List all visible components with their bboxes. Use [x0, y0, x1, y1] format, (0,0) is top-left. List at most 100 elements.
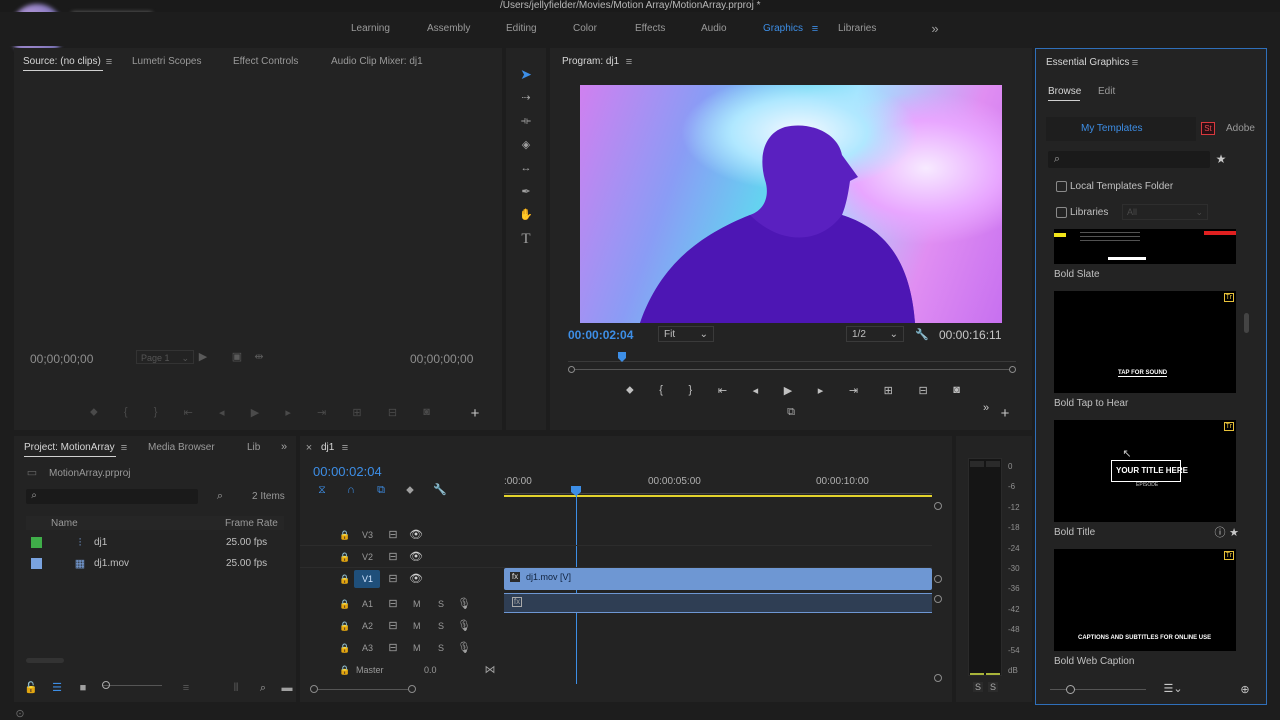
search-icon[interactable]: ⌕: [257, 682, 269, 694]
lock-icon[interactable]: 🔓: [24, 682, 38, 694]
solo-button[interactable]: S: [438, 599, 444, 609]
sync-lock-icon[interactable]: ⊟: [387, 598, 399, 610]
zoom-fit-select[interactable]: Fit ⌄: [658, 326, 714, 342]
program-title[interactable]: Program: dj1: [562, 56, 619, 67]
lock-icon[interactable]: 🔒: [339, 598, 350, 610]
tab-audio-clip-mixer[interactable]: Audio Clip Mixer: dj1: [331, 56, 423, 67]
track-select-icon[interactable]: ⇢: [518, 90, 534, 106]
template-thumb-bold-tap[interactable]: Tr TAP FOR SOUND: [1054, 291, 1236, 393]
program-video-frame[interactable]: [580, 85, 1002, 323]
find-icon[interactable]: ⌕: [214, 490, 226, 502]
video-clip[interactable]: fx dj1.mov [V]: [504, 568, 932, 590]
export-frame-icon[interactable]: ◙: [423, 406, 430, 420]
overflow-icon[interactable]: »: [980, 402, 992, 414]
source-menu-icon[interactable]: ≡: [104, 56, 114, 68]
timeline-timecode[interactable]: 00:00:02:04: [313, 464, 382, 479]
new-bin-icon[interactable]: ▬: [281, 682, 293, 694]
scroll-handle[interactable]: [934, 674, 942, 682]
pen-tool-icon[interactable]: ✒: [518, 184, 534, 200]
sync-lock-icon[interactable]: ⊟: [387, 573, 399, 585]
overflow-icon[interactable]: »: [278, 441, 290, 453]
column-frame-rate[interactable]: Frame Rate: [225, 518, 278, 529]
hscroll-bar[interactable]: [318, 689, 408, 690]
eg-search-input[interactable]: ⌕: [1048, 151, 1210, 168]
lock-icon[interactable]: 🔒: [339, 664, 350, 676]
track-label[interactable]: V1: [362, 574, 373, 584]
play-icon[interactable]: ▶: [784, 384, 792, 398]
zoom-scrollbar[interactable]: [575, 369, 1009, 370]
eye-icon[interactable]: 👁: [409, 529, 423, 541]
creative-cloud-icon[interactable]: ⊙: [14, 708, 26, 720]
template-scrollbar[interactable]: [1244, 313, 1249, 333]
microphone-icon[interactable]: 🎙: [457, 598, 471, 610]
hscroll-handle-right[interactable]: [408, 685, 416, 693]
tab-edit[interactable]: Edit: [1098, 86, 1115, 97]
sync-lock-icon[interactable]: ⊟: [387, 529, 399, 541]
workspace-learning[interactable]: Learning: [351, 23, 390, 34]
wrench-icon[interactable]: 🔧: [915, 328, 929, 342]
program-playhead-timecode[interactable]: 00:00:02:04: [568, 328, 633, 342]
mark-out-icon[interactable]: }: [154, 406, 158, 420]
template-thumb-bold-slate[interactable]: [1054, 229, 1236, 264]
workspace-graphics[interactable]: Graphics: [763, 23, 803, 34]
table-row[interactable]: ⫶ dj1 25.00 fps: [26, 533, 284, 553]
eg-menu-icon[interactable]: ≡: [1130, 57, 1140, 69]
label-color-swatch[interactable]: [31, 558, 42, 569]
tab-lumetri-scopes[interactable]: Lumetri Scopes: [132, 56, 201, 67]
solo-right-button[interactable]: S: [988, 682, 999, 692]
eye-icon[interactable]: 👁: [409, 551, 423, 563]
template-thumb-bold-web-caption[interactable]: Tr CAPTIONS AND SUBTITLES FOR ONLINE USE: [1054, 549, 1236, 651]
tab-browse[interactable]: Browse: [1048, 86, 1081, 97]
source-timecode-left[interactable]: 00;00;00;00: [30, 352, 93, 366]
thumbnail-size-handle[interactable]: [1066, 685, 1075, 694]
extract-icon[interactable]: ⊟: [918, 384, 927, 398]
tab-sequence[interactable]: dj1: [321, 442, 334, 453]
sort-menu-icon[interactable]: ☰⌄: [1160, 683, 1186, 695]
scroll-handle[interactable]: [934, 575, 942, 583]
track-label[interactable]: A3: [362, 643, 373, 653]
go-to-in-icon[interactable]: ⇤: [718, 384, 727, 398]
mark-out-icon[interactable]: }: [689, 384, 693, 398]
lift-icon[interactable]: ⊞: [884, 384, 893, 398]
lock-icon[interactable]: 🔒: [339, 551, 350, 563]
add-marker-icon[interactable]: ⬥: [404, 484, 416, 496]
add-button-icon[interactable]: +: [998, 406, 1012, 421]
workspace-menu-icon[interactable]: ≡: [809, 23, 821, 35]
track-label[interactable]: A1: [362, 599, 373, 609]
workspace-assembly[interactable]: Assembly: [427, 23, 470, 34]
install-template-icon[interactable]: ⊕: [1238, 683, 1252, 697]
vscroll-handle[interactable]: [934, 502, 942, 510]
zoom-handle-right[interactable]: [1009, 366, 1016, 373]
column-name[interactable]: Name: [51, 518, 78, 529]
lock-icon[interactable]: 🔒: [339, 642, 350, 654]
project-menu-icon[interactable]: ≡: [119, 442, 129, 454]
solo-button[interactable]: S: [438, 621, 444, 631]
lock-icon[interactable]: 🔒: [339, 620, 350, 632]
close-icon[interactable]: ×: [304, 442, 314, 454]
adobe-stock-tab[interactable]: Adobe: [1226, 123, 1255, 134]
go-to-in-icon[interactable]: ⇤: [184, 406, 193, 420]
track-label[interactable]: V2: [362, 552, 373, 562]
table-row[interactable]: ▦ dj1.mov 25.00 fps: [26, 554, 284, 574]
solo-button[interactable]: S: [438, 643, 444, 653]
camera-icon[interactable]: ◙: [953, 384, 960, 398]
workspace-overflow-icon[interactable]: »: [928, 21, 942, 35]
label-color-swatch[interactable]: [31, 537, 42, 548]
microphone-icon[interactable]: 🎙: [457, 642, 471, 654]
ripple-edit-icon[interactable]: ⟛: [518, 113, 534, 129]
mark-in-icon[interactable]: {: [124, 406, 128, 420]
work-area-bar[interactable]: [504, 495, 932, 497]
time-ruler[interactable]: [504, 488, 932, 494]
thumbnail-size-slider[interactable]: [1050, 689, 1146, 690]
workspace-color[interactable]: Color: [573, 23, 597, 34]
star-icon[interactable]: ★: [1214, 152, 1228, 166]
icon-view-icon[interactable]: ■: [77, 682, 89, 694]
workspace-audio[interactable]: Audio: [701, 23, 727, 34]
eye-icon[interactable]: 👁: [409, 573, 423, 585]
step-forward-icon[interactable]: ▸: [285, 406, 291, 420]
automate-icon[interactable]: ⫴: [230, 682, 242, 694]
microphone-icon[interactable]: 🎙: [457, 620, 471, 632]
nest-icon[interactable]: ⧖: [315, 484, 329, 496]
mute-button[interactable]: M: [413, 643, 421, 653]
zoom-slider-handle[interactable]: [102, 681, 110, 689]
